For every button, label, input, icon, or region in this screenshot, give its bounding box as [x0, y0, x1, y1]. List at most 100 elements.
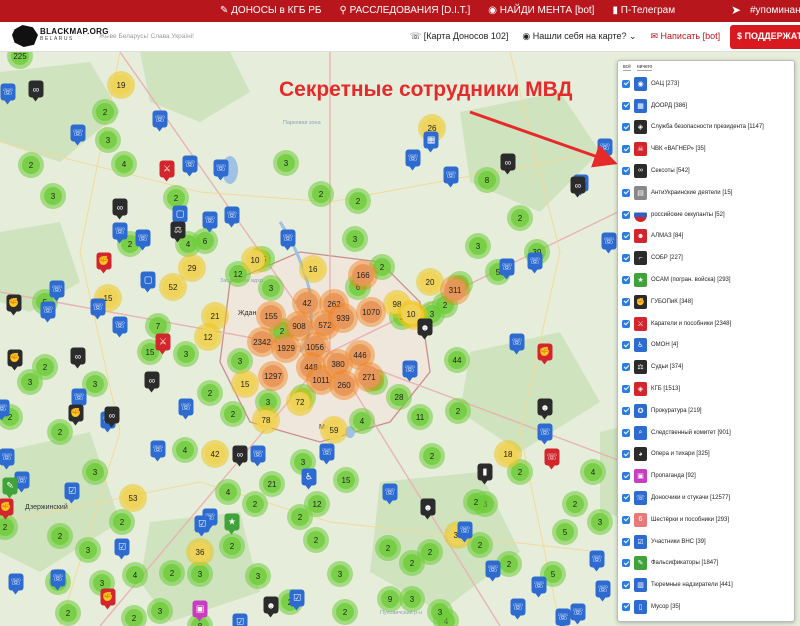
map-pin-icon[interactable]: ∞: [104, 406, 120, 428]
layer-item[interactable]: ⌐ СОБР [227]: [622, 247, 683, 269]
layer-checkbox[interactable]: [622, 101, 630, 110]
cluster-marker[interactable]: 2: [219, 533, 245, 559]
cluster-marker[interactable]: 15: [231, 370, 259, 398]
map-pin-icon[interactable]: ☏: [509, 333, 525, 355]
layer-checkbox[interactable]: [622, 232, 630, 241]
map-pin-icon[interactable]: ☏: [0, 399, 10, 421]
layer-item[interactable]: ⌕ Следственный комитет [901]: [622, 422, 731, 444]
map-pin-icon[interactable]: ⚖: [170, 221, 186, 243]
cluster-marker[interactable]: 1929: [271, 333, 301, 363]
cluster-marker[interactable]: 311: [440, 275, 470, 305]
layer-item[interactable]: ◈ Служба безопасности президента [1147]: [622, 117, 764, 139]
cluster-marker[interactable]: 3: [173, 341, 199, 367]
map-pin-icon[interactable]: ✊: [0, 498, 14, 520]
cluster-marker[interactable]: 3: [82, 459, 108, 485]
cluster-marker[interactable]: 4: [172, 437, 198, 463]
map-pin-icon[interactable]: ☏: [135, 229, 151, 251]
layer-item[interactable]: ▦ ДООРД [386]: [622, 95, 687, 117]
map-pin-icon[interactable]: ☏: [40, 301, 56, 323]
map-pin-icon[interactable]: ▢: [140, 271, 156, 293]
cluster-marker[interactable]: 939: [328, 303, 358, 333]
cluster-marker[interactable]: 3: [75, 537, 101, 563]
map-pin-icon[interactable]: ☏: [595, 580, 611, 602]
cluster-marker[interactable]: 3: [342, 226, 368, 252]
cluster-marker[interactable]: 10: [241, 246, 269, 274]
layer-checkbox[interactable]: [622, 254, 630, 263]
layer-item[interactable]: ♿ ОМОН [4]: [622, 335, 678, 357]
cluster-marker[interactable]: 2: [507, 205, 533, 231]
cluster-marker[interactable]: 3: [245, 563, 271, 589]
map-pin-icon[interactable]: ☻: [417, 318, 433, 340]
cluster-marker[interactable]: 72: [286, 388, 314, 416]
cluster-marker[interactable]: 4: [580, 459, 606, 485]
layer-item[interactable]: ∞ Сексоты [542]: [622, 160, 690, 182]
map-pin-icon[interactable]: ✊: [96, 252, 112, 274]
cluster-marker[interactable]: 2: [47, 523, 73, 549]
layer-item[interactable]: ▣ Пропаганда [92]: [622, 465, 696, 487]
cluster-marker[interactable]: 2: [419, 443, 445, 469]
cluster-marker[interactable]: 28: [386, 384, 412, 410]
map-pin-icon[interactable]: ☏: [382, 483, 398, 505]
map-pin-icon[interactable]: ▣: [192, 600, 208, 622]
map-pin-icon[interactable]: ☏: [8, 573, 24, 595]
layer-item[interactable]: ☻ АЛМАЗ [84]: [622, 226, 683, 248]
layer-checkbox[interactable]: [622, 145, 630, 154]
cluster-marker[interactable]: 1297: [258, 361, 288, 391]
layer-item[interactable]: ◈ КГБ [1513]: [622, 378, 680, 400]
layer-item[interactable]: российские оккупанты [52]: [622, 204, 725, 226]
layer-item[interactable]: ▤ АнтиУкраинские деятели [15]: [622, 182, 732, 204]
map-pin-icon[interactable]: ☏: [0, 448, 15, 470]
cluster-marker[interactable]: 36: [186, 538, 214, 566]
map-pin-icon[interactable]: ✊: [7, 349, 23, 371]
cluster-marker[interactable]: 2: [197, 380, 223, 406]
cluster-marker[interactable]: 4: [215, 479, 241, 505]
layer-checkbox[interactable]: [622, 341, 630, 350]
select-none-link[interactable]: ничего: [636, 64, 653, 71]
map-pin-icon[interactable]: ☻: [420, 498, 436, 520]
map-pin-icon[interactable]: ☏: [601, 232, 617, 254]
map-pin-icon[interactable]: ☏: [570, 603, 586, 625]
cluster-marker[interactable]: 3: [427, 599, 453, 625]
map-pin-icon[interactable]: ∞: [112, 198, 128, 220]
map-pin-icon[interactable]: ∞: [70, 347, 86, 369]
cluster-marker[interactable]: 3: [147, 598, 173, 624]
cluster-marker[interactable]: 2: [399, 550, 425, 576]
map-pin-icon[interactable]: ☑: [289, 589, 305, 611]
map-pin-icon[interactable]: ∞: [144, 371, 160, 393]
mention-link[interactable]: #упоминан: [750, 5, 800, 16]
cluster-marker[interactable]: 2: [55, 600, 81, 626]
map-pin-icon[interactable]: ☏: [178, 398, 194, 420]
map-pin-icon[interactable]: ✊: [100, 588, 116, 610]
layer-checkbox[interactable]: [622, 210, 630, 219]
layer-checkbox[interactable]: [622, 166, 630, 175]
cluster-marker[interactable]: 3: [258, 275, 284, 301]
map-pin-icon[interactable]: ☻: [537, 398, 553, 420]
map-pin-icon[interactable]: ☏: [90, 298, 106, 320]
map-pin-icon[interactable]: ☏: [150, 440, 166, 462]
cluster-marker[interactable]: 59: [320, 416, 348, 444]
map-pin-icon[interactable]: ☑: [194, 515, 210, 537]
layer-item[interactable]: ★ ОСАМ (погран. войска) [293]: [622, 269, 731, 291]
map-pin-icon[interactable]: ☏: [527, 252, 543, 274]
map-pin-icon[interactable]: ☏: [224, 206, 240, 228]
link-donosy[interactable]: ✎ ДОНОСЫ в КГБ РБ: [220, 5, 321, 16]
logo-icon[interactable]: [12, 25, 38, 47]
map-pin-icon[interactable]: ⚔: [155, 333, 171, 355]
map-pin-icon[interactable]: ✊: [68, 404, 84, 426]
layer-item[interactable]: ☏ Доносчики и стукачи [12577]: [622, 487, 730, 509]
layer-checkbox[interactable]: [622, 406, 630, 415]
map-pin-icon[interactable]: ☏: [280, 229, 296, 251]
map-pin-icon[interactable]: ☑: [64, 482, 80, 504]
layer-checkbox[interactable]: [622, 123, 630, 132]
map-pin-icon[interactable]: ☏: [544, 448, 560, 470]
layer-checkbox[interactable]: [622, 79, 630, 88]
layer-item[interactable]: ✎ Фальсификаторы [1847]: [622, 553, 718, 575]
map-pin-icon[interactable]: ★: [224, 513, 240, 535]
cluster-marker[interactable]: 53: [119, 484, 147, 512]
support-button[interactable]: $ ПОДДЕРЖАТ: [730, 25, 800, 49]
layer-checkbox[interactable]: [622, 581, 630, 590]
map-pin-icon[interactable]: ✊: [6, 294, 22, 316]
layer-checkbox[interactable]: [622, 559, 630, 568]
map-pin-icon[interactable]: ☏: [499, 258, 515, 280]
cluster-marker[interactable]: 2: [159, 560, 185, 586]
